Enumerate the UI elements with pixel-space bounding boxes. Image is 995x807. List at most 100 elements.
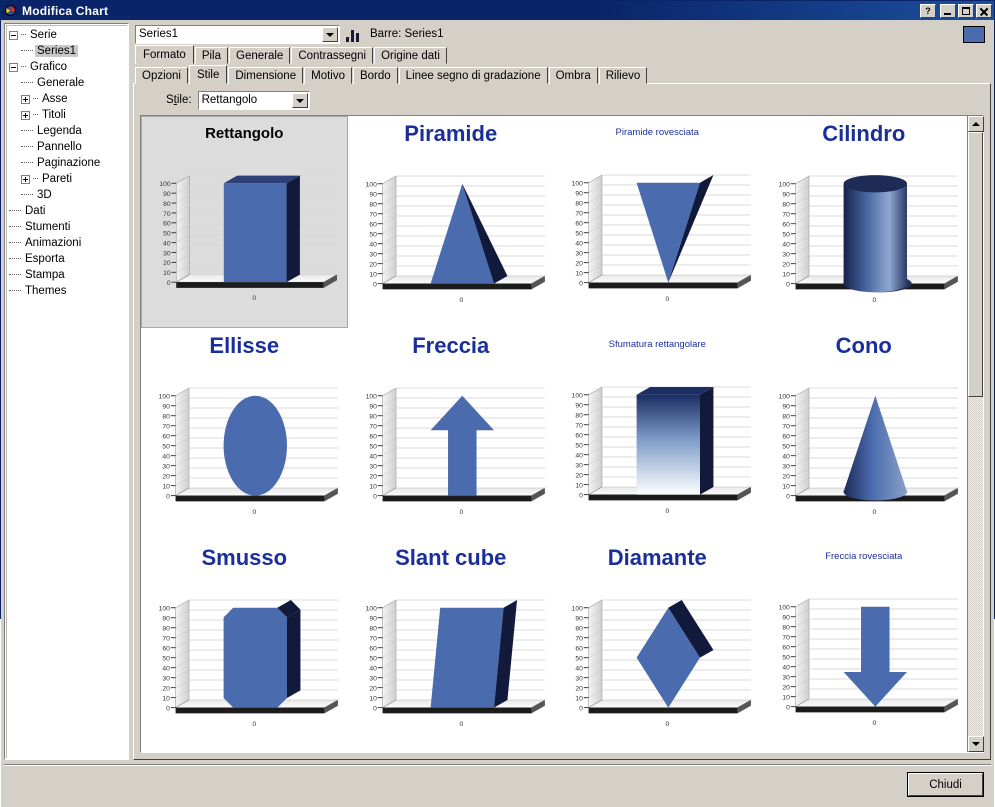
- tree-item-3d[interactable]: 3D: [7, 187, 126, 203]
- tree-item-asse[interactable]: Asse: [7, 91, 126, 107]
- svg-text:10: 10: [162, 484, 170, 491]
- svg-text:80: 80: [782, 625, 790, 632]
- svg-text:40: 40: [369, 242, 377, 249]
- tab-origine-dati[interactable]: Origine dati: [374, 47, 447, 64]
- svg-text:30: 30: [163, 250, 171, 257]
- svg-text:0: 0: [786, 494, 790, 501]
- tree-item-legenda[interactable]: Legenda: [7, 123, 126, 139]
- svg-text:80: 80: [369, 202, 377, 209]
- tree-item-stampa[interactable]: Stampa: [7, 267, 126, 283]
- tab-linee-segno-di-gradazione[interactable]: Linee segno di gradazione: [398, 67, 548, 84]
- style-option-bevel[interactable]: Smusso 100 90 80 70 60 50 40 30 20 10 0 0: [141, 540, 348, 752]
- tab-formato[interactable]: Formato: [135, 45, 194, 64]
- tree-item-label: Themes: [25, 285, 67, 297]
- tree-item-pannello[interactable]: Pannello: [7, 139, 126, 155]
- tab-stile[interactable]: Stile: [189, 65, 228, 84]
- close-button[interactable]: [976, 3, 992, 18]
- tree-item-series1[interactable]: Series1: [7, 43, 126, 59]
- style-option-ellipse[interactable]: Ellisse 100 90 80 70 60 50 40 30 20 10 0 0: [141, 328, 348, 540]
- expand-icon[interactable]: [21, 110, 30, 120]
- style-gallery[interactable]: Rettangolo 100 90 80 70 60 50 40 30 20 10 0 0 Piramid…: [141, 116, 967, 752]
- expand-icon[interactable]: [21, 174, 30, 184]
- style-option-rectangle[interactable]: Rettangolo 100 90 80 70 60 50 40 30 20 10 0 0: [141, 116, 348, 328]
- svg-text:70: 70: [575, 423, 583, 430]
- collapse-icon[interactable]: [9, 62, 18, 72]
- svg-text:10: 10: [369, 272, 377, 279]
- svg-text:90: 90: [782, 404, 790, 411]
- style-option-pyramid[interactable]: Piramide 100 90 80 70 60 50 40 30 20 10 0 0: [348, 116, 555, 328]
- navigation-tree[interactable]: Serie Series1 Grafico Generale Asse Titoli Leg…: [4, 23, 129, 760]
- tree-item-label: Pareti: [42, 173, 73, 185]
- svg-text:60: 60: [369, 646, 377, 653]
- tab-bordo[interactable]: Bordo: [352, 67, 398, 84]
- tree-item-paginazione[interactable]: Paginazione: [7, 155, 126, 171]
- svg-text:70: 70: [369, 212, 377, 219]
- style-select[interactable]: Rettangolo: [197, 90, 310, 110]
- series-select[interactable]: Series1: [135, 24, 340, 44]
- tree-item-pareti[interactable]: Pareti: [7, 171, 126, 187]
- triangle-up-icon[interactable]: [968, 116, 984, 132]
- svg-text:70: 70: [162, 424, 170, 431]
- svg-text:50: 50: [782, 232, 790, 239]
- tree-item-dati[interactable]: Dati: [7, 203, 126, 219]
- style-option-gradient-rect[interactable]: Sfumatura rettangolare 100 90 80 70 60 50 40 30 2…: [554, 328, 761, 540]
- tree-item-esporta[interactable]: Esporta: [7, 251, 126, 267]
- tab-ombra[interactable]: Ombra: [548, 67, 598, 84]
- tree-item-titoli[interactable]: Titoli: [7, 107, 126, 123]
- tree-item-themes[interactable]: Themes: [7, 283, 126, 299]
- tree-item-grafico[interactable]: Grafico: [7, 59, 126, 75]
- tab-pila[interactable]: Pila: [194, 47, 229, 64]
- svg-text:40: 40: [162, 454, 170, 461]
- expand-icon[interactable]: [21, 94, 30, 104]
- svg-text:10: 10: [162, 696, 170, 703]
- style-option-cone[interactable]: Cono 100 90 80 70 60 50 40 30 20 10 0 0: [761, 328, 968, 540]
- chevron-down-icon[interactable]: [322, 26, 338, 42]
- tab-opzioni[interactable]: Opzioni: [135, 67, 188, 84]
- style-option-cylinder[interactable]: Cilindro 100 90 80 70 60 50 40 30 20 10 0 0: [761, 116, 968, 328]
- style-option-inverted-arrow[interactable]: Freccia rovesciata 100 90 80 70 60 50 40 30 20 10 0…: [761, 540, 968, 752]
- primary-tab-bar[interactable]: Formato Pila Generale Contrassegni Origine d…: [133, 45, 991, 64]
- close-dialog-button[interactable]: Chiudi: [907, 772, 984, 797]
- tree-item-label: Asse: [42, 93, 68, 105]
- secondary-tab-bar[interactable]: Opzioni Stile Dimensione Motivo Bordo Linee s…: [133, 65, 991, 84]
- triangle-down-icon[interactable]: [968, 736, 984, 752]
- collapse-icon[interactable]: [9, 30, 18, 40]
- scrollbar-track[interactable]: [968, 132, 983, 736]
- tree-item-label: Grafico: [30, 61, 68, 73]
- svg-text:90: 90: [575, 403, 583, 410]
- svg-text:50: 50: [162, 444, 170, 451]
- series-color-swatch[interactable]: [963, 25, 985, 43]
- chevron-down-icon[interactable]: [291, 92, 308, 108]
- tree-item-generale[interactable]: Generale: [7, 75, 126, 91]
- tree-item-animazioni[interactable]: Animazioni: [7, 235, 126, 251]
- maximize-button[interactable]: [958, 3, 974, 18]
- minimize-button[interactable]: [940, 3, 956, 18]
- style-option-label: Rettangolo: [205, 125, 284, 142]
- gallery-scrollbar[interactable]: [967, 116, 984, 752]
- tab-rilievo[interactable]: Rilievo: [598, 67, 648, 84]
- maximize-icon: [962, 6, 970, 15]
- tree-item-serie[interactable]: Serie: [7, 27, 126, 43]
- tree-item-stumenti[interactable]: Stumenti: [7, 219, 126, 235]
- style-option-inverted-pyramid[interactable]: Piramide rovesciata 100 90 80 70 60 50 40 30 20 10…: [554, 116, 761, 328]
- svg-text:90: 90: [162, 616, 170, 623]
- style-option-preview: 100 90 80 70 60 50 40 30 20 10 0 0: [761, 360, 968, 540]
- style-option-diamond[interactable]: Diamante 100 90 80 70 60 50 40 30 20 10 0 0: [554, 540, 761, 752]
- svg-text:50: 50: [369, 232, 377, 239]
- help-button[interactable]: ?: [920, 3, 936, 18]
- tab-contrassegni[interactable]: Contrassegni: [291, 47, 374, 64]
- svg-text:40: 40: [782, 665, 790, 672]
- tab-dimensione[interactable]: Dimensione: [228, 67, 304, 84]
- scrollbar-thumb[interactable]: [968, 132, 983, 397]
- tree-connector: [21, 146, 33, 148]
- style-option-arrow[interactable]: Freccia 100 90 80 70 60 50 40 30 20 10 0 0: [348, 328, 555, 540]
- minimize-icon: [944, 12, 951, 15]
- tree-item-label: Legenda: [37, 125, 82, 137]
- svg-text:0: 0: [373, 706, 377, 713]
- svg-text:0: 0: [166, 494, 170, 501]
- svg-text:90: 90: [782, 192, 790, 199]
- tab-motivo[interactable]: Motivo: [304, 67, 352, 84]
- style-option-slant-cube[interactable]: Slant cube 100 90 80 70 60 50 40 30 20 10 0 0: [348, 540, 555, 752]
- tab-generale[interactable]: Generale: [229, 47, 291, 64]
- svg-text:30: 30: [575, 251, 583, 258]
